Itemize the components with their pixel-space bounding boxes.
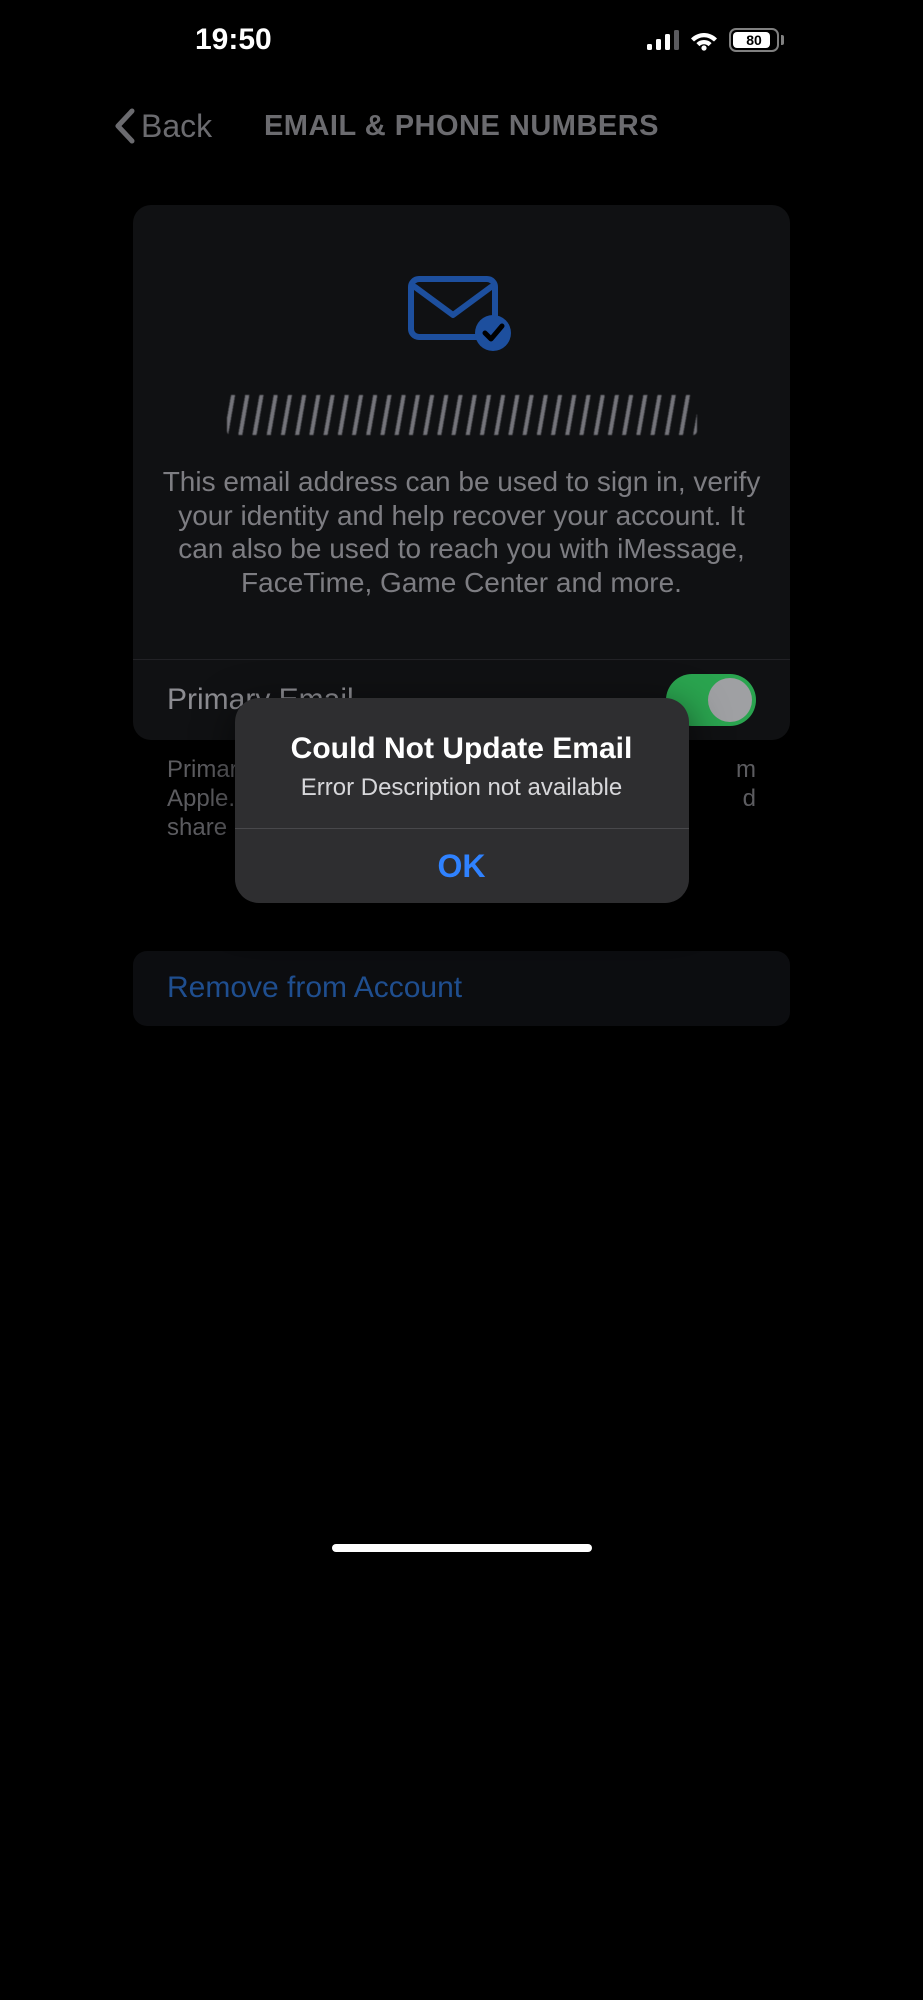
alert-title: Could Not Update Email [255, 732, 669, 766]
status-bar: 19:50 80 [99, 0, 824, 80]
footer-left-1: Primar [167, 756, 238, 785]
home-indicator[interactable] [332, 1544, 592, 1552]
status-right-cluster: 80 [647, 28, 784, 52]
back-label: Back [141, 108, 212, 145]
toggle-knob [708, 678, 752, 722]
alert-ok-label: OK [438, 848, 486, 885]
alert-ok-button[interactable]: OK [235, 829, 689, 903]
footer-right-m: m [736, 756, 756, 785]
footer-left-2: Apple. [167, 785, 235, 814]
mail-verified-icon [407, 275, 517, 355]
alert-dialog: Could Not Update Email Error Description… [235, 698, 689, 903]
alert-message: Error Description not available [255, 774, 669, 802]
email-description: This email address can be used to sign i… [153, 465, 770, 659]
nav-bar: Back EMAIL & PHONE NUMBERS [99, 90, 824, 162]
alert-body: Could Not Update Email Error Description… [235, 698, 689, 828]
footer-right-d: d [743, 785, 756, 814]
back-button[interactable]: Back [99, 108, 212, 145]
battery-indicator: 80 [729, 28, 784, 52]
mail-icon-wrap [153, 275, 770, 355]
email-address-redacted [227, 395, 697, 435]
chevron-left-icon [113, 108, 135, 144]
status-time: 19:50 [195, 23, 272, 57]
cellular-icon [647, 30, 679, 50]
wifi-icon [689, 29, 719, 51]
remove-from-account-label: Remove from Account [167, 971, 462, 1005]
battery-percent: 80 [746, 32, 762, 48]
remove-from-account-row[interactable]: Remove from Account [133, 951, 790, 1026]
footer-left-3: share [167, 814, 227, 841]
device-frame: 19:50 80 [99, 0, 824, 1564]
email-card: This email address can be used to sign i… [133, 205, 790, 740]
